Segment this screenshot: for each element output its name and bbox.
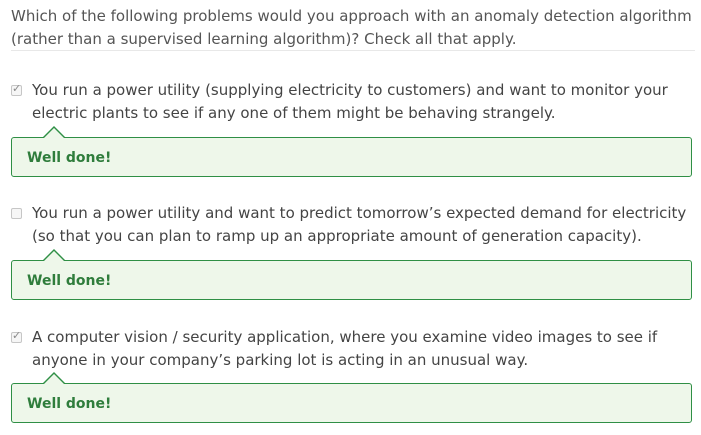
question-prompt: Which of the following problems would yo… bbox=[11, 7, 692, 48]
option-3-feedback: Well done! bbox=[11, 372, 692, 423]
checkmark-icon: ✓ bbox=[12, 329, 22, 342]
option-1-feedback-text: Well done! bbox=[27, 150, 112, 166]
question-divider bbox=[11, 50, 695, 51]
option-3-feedback-text: Well done! bbox=[27, 396, 112, 412]
answer-option-3: ✓ A computer vision / security applicati… bbox=[0, 326, 701, 372]
option-1-label[interactable]: You run a power utility (supplying elect… bbox=[32, 79, 696, 125]
answer-option-1: ✓ You run a power utility (supplying ele… bbox=[0, 79, 701, 125]
checkmark-icon: ✓ bbox=[12, 82, 22, 95]
option-1-feedback: Well done! bbox=[11, 126, 692, 177]
option-3-checkbox[interactable]: ✓ bbox=[11, 329, 22, 343]
option-2-feedback: Well done! bbox=[11, 249, 692, 300]
answer-option-2: You run a power utility and want to pred… bbox=[0, 202, 701, 248]
option-2-checkbox[interactable] bbox=[11, 208, 22, 219]
option-2-label[interactable]: You run a power utility and want to pred… bbox=[32, 202, 696, 248]
option-3-label[interactable]: A computer vision / security application… bbox=[32, 326, 696, 372]
option-1-checkbox[interactable]: ✓ bbox=[11, 82, 22, 96]
option-2-feedback-text: Well done! bbox=[27, 273, 112, 289]
